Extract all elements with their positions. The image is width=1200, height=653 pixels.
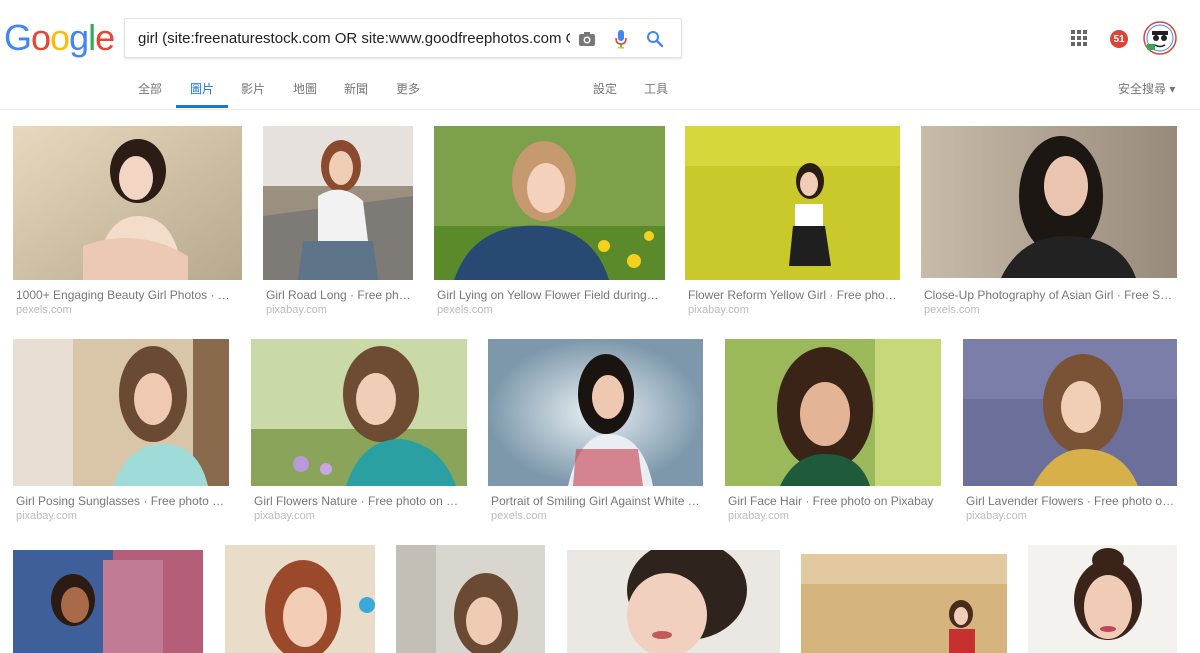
search-input[interactable]: girl (site:freenaturestock.com OR site:w…	[138, 30, 570, 47]
image-thumbnail[interactable]	[225, 545, 375, 653]
image-thumbnail[interactable]	[963, 339, 1177, 486]
image-thumbnail[interactable]	[685, 126, 900, 280]
image-thumbnail[interactable]	[434, 126, 665, 280]
result-title[interactable]: Girl Road Long · Free photo on Pixabay	[266, 288, 412, 302]
tab-maps[interactable]: 地圖	[293, 80, 317, 108]
tab-news[interactable]: 新聞	[344, 80, 368, 108]
logo-letter: l	[88, 17, 96, 58]
result-source[interactable]: pixabay.com	[728, 510, 789, 522]
safe-search-toggle[interactable]: 安全搜尋 ▾	[1118, 80, 1175, 97]
search-icon[interactable]	[643, 27, 667, 51]
camera-icon[interactable]	[575, 27, 599, 51]
tab-tools[interactable]: 工具	[644, 80, 668, 108]
result-source[interactable]: pixabay.com	[688, 304, 749, 316]
result-title[interactable]: Girl Posing Sunglasses · Free photo on P…	[16, 494, 226, 508]
notification-badge[interactable]: 51	[1110, 30, 1128, 48]
logo-letter: e	[95, 17, 115, 58]
result-source[interactable]: pixabay.com	[966, 510, 1027, 522]
result-title[interactable]: Girl Lavender Flowers · Free photo on Pi…	[966, 494, 1176, 508]
search-box[interactable]: girl (site:freenaturestock.com OR site:w…	[124, 18, 682, 58]
image-thumbnail[interactable]	[13, 126, 242, 280]
logo-letter: g	[69, 17, 89, 58]
result-title[interactable]: Portrait of Smiling Girl Against White B…	[491, 494, 701, 508]
result-source[interactable]: pexels.com	[16, 304, 72, 316]
image-thumbnail[interactable]	[921, 126, 1177, 278]
google-logo[interactable]: Google	[4, 17, 115, 58]
result-title[interactable]: Girl Lying on Yellow Flower Field during…	[437, 288, 659, 302]
apps-grid-icon[interactable]	[1071, 30, 1087, 46]
logo-letter: G	[4, 17, 32, 58]
image-thumbnail[interactable]	[801, 554, 1007, 653]
tab-more[interactable]: 更多	[396, 80, 420, 108]
microphone-icon[interactable]	[609, 27, 633, 51]
result-source[interactable]: pixabay.com	[16, 510, 77, 522]
image-thumbnail[interactable]	[725, 339, 941, 486]
image-thumbnail[interactable]	[567, 550, 780, 653]
image-thumbnail[interactable]	[13, 339, 229, 486]
active-tab-indicator	[176, 105, 228, 108]
image-thumbnail[interactable]	[251, 339, 467, 486]
logo-letter: o	[50, 17, 70, 58]
image-thumbnail[interactable]	[13, 550, 203, 653]
result-source[interactable]: pexels.com	[491, 510, 547, 522]
result-source[interactable]: pixabay.com	[266, 304, 327, 316]
tab-all[interactable]: 全部	[138, 80, 162, 108]
image-thumbnail[interactable]	[263, 126, 413, 280]
header: Google girl (site:freenaturestock.com OR…	[0, 0, 1200, 110]
tab-images[interactable]: 圖片	[190, 80, 214, 108]
tab-videos[interactable]: 影片	[241, 80, 265, 108]
result-title[interactable]: Girl Face Hair · Free photo on Pixabay	[728, 494, 940, 508]
image-thumbnail[interactable]	[1028, 545, 1177, 653]
logo-letter: o	[31, 17, 51, 58]
result-title[interactable]: Flower Reform Yellow Girl · Free photo o…	[688, 288, 900, 302]
result-title[interactable]: Girl Flowers Nature · Free photo on Pixa…	[254, 494, 464, 508]
image-thumbnail[interactable]	[488, 339, 703, 486]
result-source[interactable]: pexels.com	[924, 304, 980, 316]
result-source[interactable]: pixabay.com	[254, 510, 315, 522]
result-source[interactable]: pexels.com	[437, 304, 493, 316]
avatar-icon[interactable]	[1143, 21, 1177, 55]
result-title[interactable]: Close-Up Photography of Asian Girl · Fre…	[924, 288, 1174, 302]
result-title[interactable]: 1000+ Engaging Beauty Girl Photos · Pexe…	[16, 288, 237, 302]
image-thumbnail[interactable]	[396, 545, 545, 653]
tab-settings[interactable]: 設定	[593, 80, 617, 108]
